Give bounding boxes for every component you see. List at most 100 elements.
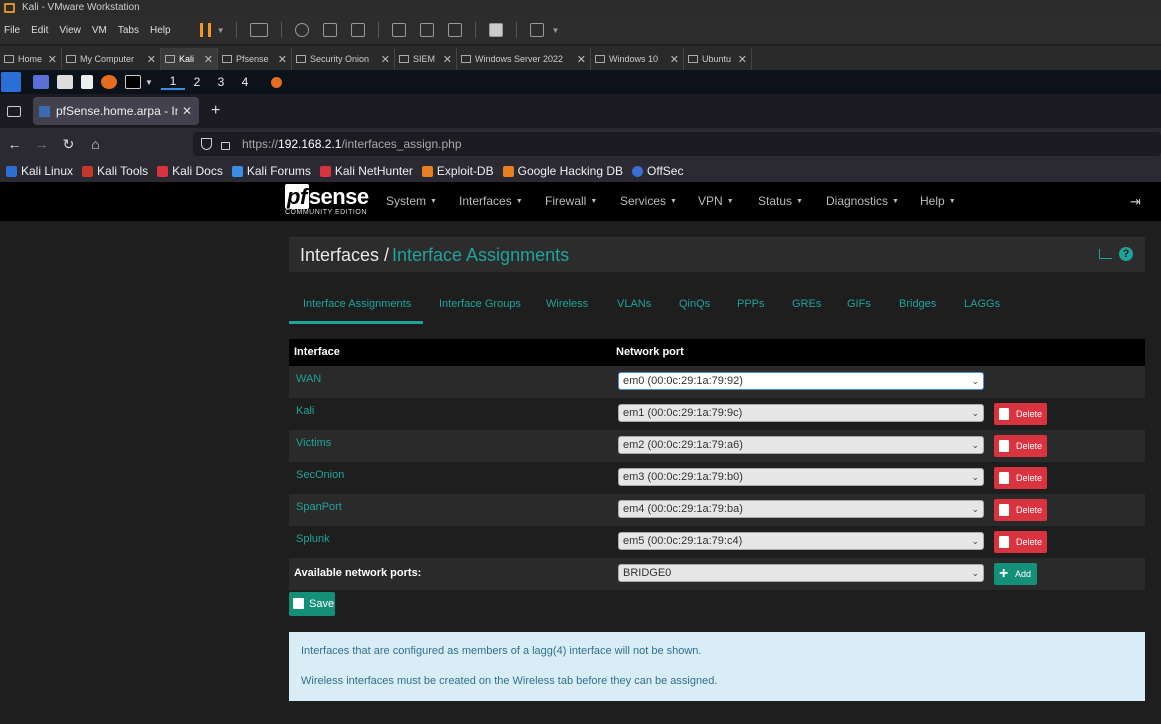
menu-file[interactable]: File [4, 25, 20, 36]
firefox-icon[interactable] [101, 75, 117, 89]
bookmark-exploit-db[interactable]: Exploit-DB [421, 164, 494, 178]
interface-link-spanport[interactable]: SpanPort [296, 501, 342, 513]
bookmark-offsec[interactable]: OffSec [632, 164, 683, 178]
firefox-window-icon[interactable] [270, 76, 282, 88]
vm-tab-windows-10[interactable]: Windows 10 ✕ [591, 48, 684, 70]
bookmark-kali-linux[interactable]: Kali Linux [6, 164, 73, 178]
tab-laggs[interactable]: LAGGs [964, 298, 1000, 310]
url-bar[interactable]: https://192.168.2.1/interfaces_assign.ph… [193, 132, 1161, 156]
desktop-icon[interactable] [33, 75, 49, 89]
delete-button[interactable]: Delete [994, 467, 1047, 489]
interface-link-wan[interactable]: WAN [296, 373, 321, 385]
chevron-down-icon[interactable]: ▼ [551, 26, 559, 35]
nav-vpn[interactable]: VPN ▼ [698, 194, 734, 208]
text-editor-icon[interactable] [81, 75, 93, 89]
workspace-2[interactable]: 2 [185, 75, 209, 89]
tracking-shield-icon[interactable] [201, 138, 212, 150]
chevron-down-icon[interactable]: ▼ [217, 26, 225, 35]
add-button[interactable]: + Add [994, 563, 1037, 585]
nav-help[interactable]: Help ▼ [920, 194, 956, 208]
close-icon[interactable]: ✕ [738, 53, 747, 66]
pause-icon[interactable] [199, 23, 211, 37]
available-port-select[interactable]: BRIDGE0 ⌄ [618, 564, 984, 582]
home-icon[interactable]: ⌂ [82, 136, 109, 152]
tab-gres[interactable]: GREs [792, 298, 821, 310]
interface-link-kali[interactable]: Kali [296, 405, 314, 417]
tab-gifs[interactable]: GIFs [847, 298, 871, 310]
forward-icon[interactable]: → [28, 136, 55, 152]
vm-tab-home[interactable]: Home ✕ [0, 48, 62, 70]
new-tab-icon[interactable]: + [211, 102, 220, 120]
delete-button[interactable]: Delete [994, 499, 1047, 521]
nav-system[interactable]: System ▼ [386, 194, 437, 208]
lock-icon[interactable] [221, 141, 230, 150]
reload-icon[interactable]: ↻ [55, 136, 82, 153]
snapshot-icon[interactable] [295, 23, 310, 37]
bookmark-kali-docs[interactable]: Kali Docs [157, 164, 223, 178]
firefox-tab-pfsense[interactable]: pfSense.home.arpa - Inte ✕ [33, 97, 199, 125]
bookmark-kali-nethunter[interactable]: Kali NetHunter [319, 164, 413, 178]
close-icon[interactable]: ✕ [443, 53, 452, 66]
tab-ppps[interactable]: PPPs [737, 298, 765, 310]
vm-tab-my-computer[interactable]: My Computer ✕ [62, 48, 161, 70]
tab-bridges[interactable]: Bridges [899, 298, 936, 310]
delete-button[interactable]: Delete [994, 531, 1047, 553]
close-icon[interactable]: ✕ [204, 53, 213, 66]
menu-help[interactable]: Help [150, 25, 171, 36]
network-port-select-victims[interactable]: em2 (00:0c:29:1a:79:a6) ⌄ [618, 436, 984, 454]
chart-icon[interactable] [1099, 249, 1112, 259]
menu-edit[interactable]: Edit [31, 25, 48, 36]
network-port-select-seconion[interactable]: em3 (00:0c:29:1a:79:b0) ⌄ [618, 468, 984, 486]
console-icon[interactable] [489, 23, 504, 37]
close-icon[interactable]: ✕ [278, 53, 287, 66]
nav-interfaces[interactable]: Interfaces ▼ [459, 194, 523, 208]
bookmark-kali-forums[interactable]: Kali Forums [231, 164, 311, 178]
back-icon[interactable]: ← [1, 136, 28, 152]
send-keys-icon[interactable] [250, 23, 269, 37]
workspace-4[interactable]: 4 [233, 75, 257, 89]
tab-interface-assignments[interactable]: Interface Assignments [303, 298, 411, 310]
vm-tab-windows-server[interactable]: Windows Server 2022 ✕ [457, 48, 591, 70]
network-port-select-splunk[interactable]: em5 (00:0c:29:1a:79:c4) ⌄ [618, 532, 984, 550]
close-icon[interactable]: ✕ [147, 53, 156, 66]
fullscreen-icon[interactable] [448, 23, 463, 37]
vm-tab-pfsense[interactable]: Pfsense ✕ [218, 48, 292, 70]
tab-qinqs[interactable]: QinQs [679, 298, 710, 310]
vm-tab-security-onion[interactable]: Security Onion ✕ [292, 48, 395, 70]
single-view-icon[interactable] [420, 23, 435, 37]
close-icon[interactable]: ✕ [182, 104, 192, 118]
file-manager-icon[interactable] [57, 75, 73, 89]
bookmark-google-hacking-db[interactable]: Google Hacking DB [502, 164, 623, 178]
menu-vm[interactable]: VM [92, 25, 107, 36]
terminal-icon[interactable] [125, 75, 141, 89]
network-port-select-spanport[interactable]: em4 (00:0c:29:1a:79:ba) ⌄ [618, 500, 984, 518]
tab-vlans[interactable]: VLANs [617, 298, 651, 310]
close-icon[interactable]: ✕ [577, 53, 586, 66]
nav-firewall[interactable]: Firewall ▼ [545, 194, 597, 208]
network-port-select-wan[interactable]: em0 (00:0c:29:1a:79:92) ⌄ [618, 372, 984, 390]
interface-link-seconion[interactable]: SecOnion [296, 469, 344, 481]
kali-menu-icon[interactable] [1, 72, 21, 92]
close-icon[interactable]: ✕ [48, 53, 57, 66]
page-title[interactable]: Interface Assignments [392, 245, 569, 266]
close-icon[interactable]: ✕ [670, 53, 679, 66]
tab-wireless[interactable]: Wireless [546, 298, 588, 310]
interface-link-victims[interactable]: Victims [296, 437, 331, 449]
vm-tab-kali[interactable]: Kali ✕ [161, 48, 218, 70]
revert-snapshot-icon[interactable] [323, 23, 338, 37]
workspace-1[interactable]: 1 [160, 74, 185, 90]
save-button[interactable]: Save [289, 592, 335, 616]
tab-interface-groups[interactable]: Interface Groups [439, 298, 521, 310]
help-icon[interactable]: ? [1119, 247, 1133, 261]
chevron-down-icon[interactable]: ▼ [145, 78, 153, 87]
nav-services[interactable]: Services ▼ [620, 194, 677, 208]
vm-tab-ubuntu[interactable]: Ubuntu ✕ [684, 48, 752, 70]
delete-button[interactable]: Delete [994, 403, 1047, 425]
pfsense-logo[interactable]: pfsense COMMUNITY EDITION [285, 184, 369, 216]
tab-list-icon[interactable] [7, 105, 21, 117]
sidebar-view-icon[interactable] [392, 23, 407, 37]
workspace-3[interactable]: 3 [209, 75, 233, 89]
stretch-icon[interactable] [530, 23, 545, 37]
manage-snapshots-icon[interactable] [351, 23, 366, 37]
vm-tab-siem[interactable]: SIEM ✕ [395, 48, 457, 70]
